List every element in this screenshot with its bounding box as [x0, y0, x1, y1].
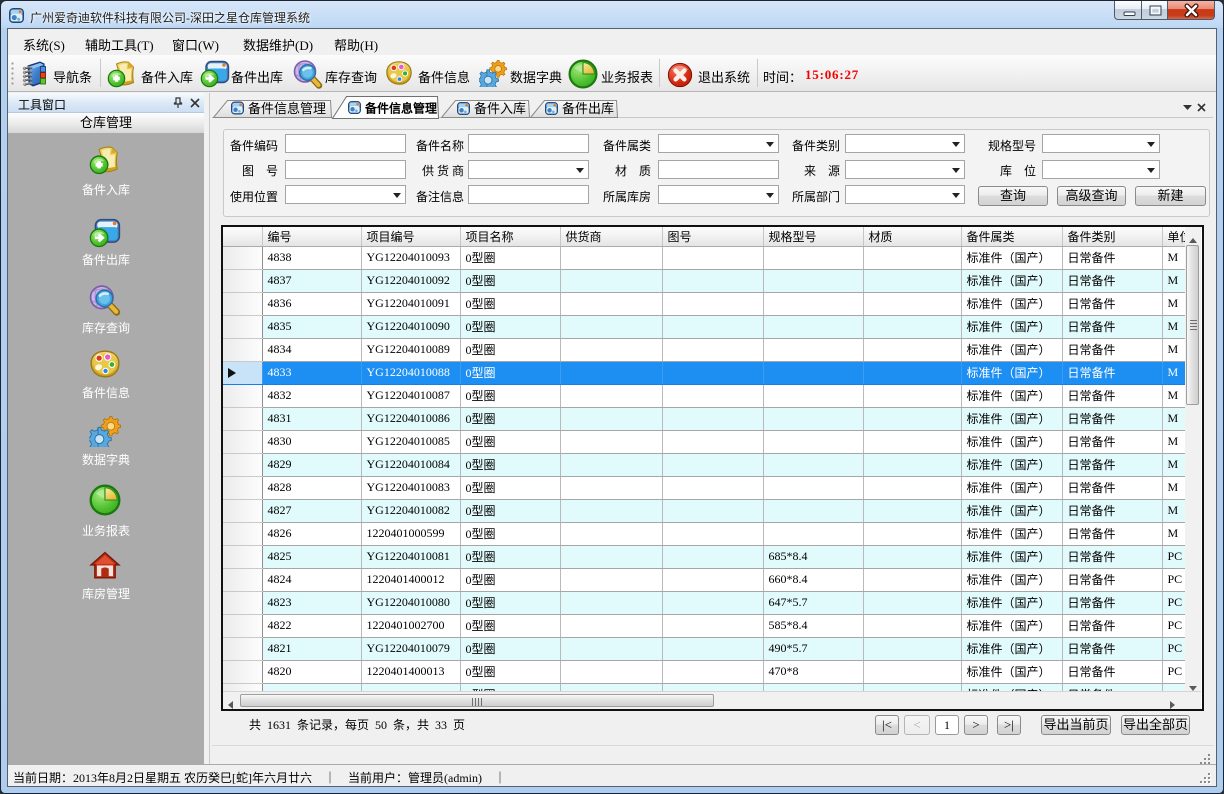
- svg-text:备件信息管理: 备件信息管理: [248, 101, 326, 116]
- svg-text:备件出库: 备件出库: [562, 101, 614, 116]
- svg-text:备件信息管理: 备件信息管理: [364, 101, 437, 116]
- svg-text:备件入库: 备件入库: [474, 101, 526, 116]
